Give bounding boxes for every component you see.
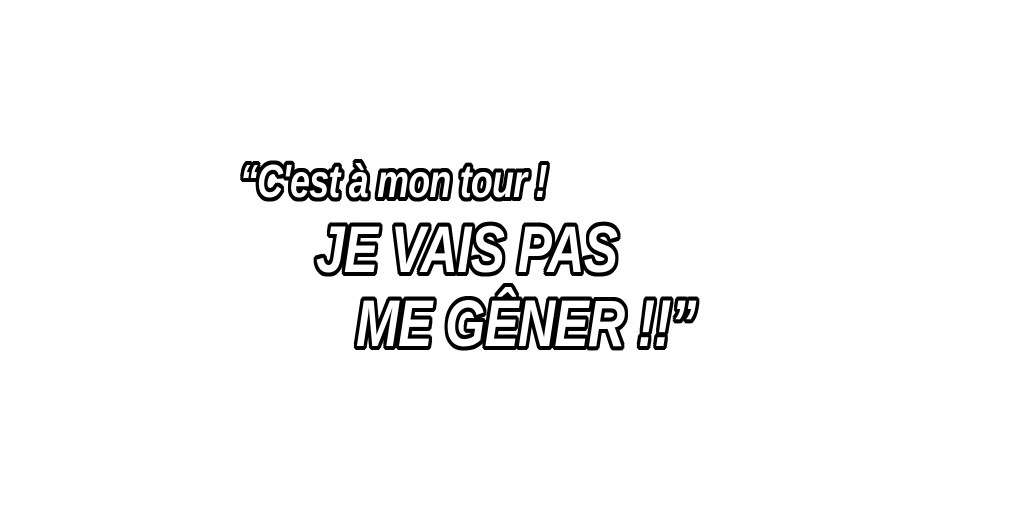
- speech-line-1: “C'est à mon tour !: [240, 155, 547, 207]
- speech-graphic: “C'est à mon tour ! JE VAIS PAS ME GÊNER…: [0, 0, 1024, 512]
- speech-line-3: ME GÊNER !!”: [356, 286, 696, 360]
- speech-line-2: JE VAIS PAS: [316, 212, 618, 286]
